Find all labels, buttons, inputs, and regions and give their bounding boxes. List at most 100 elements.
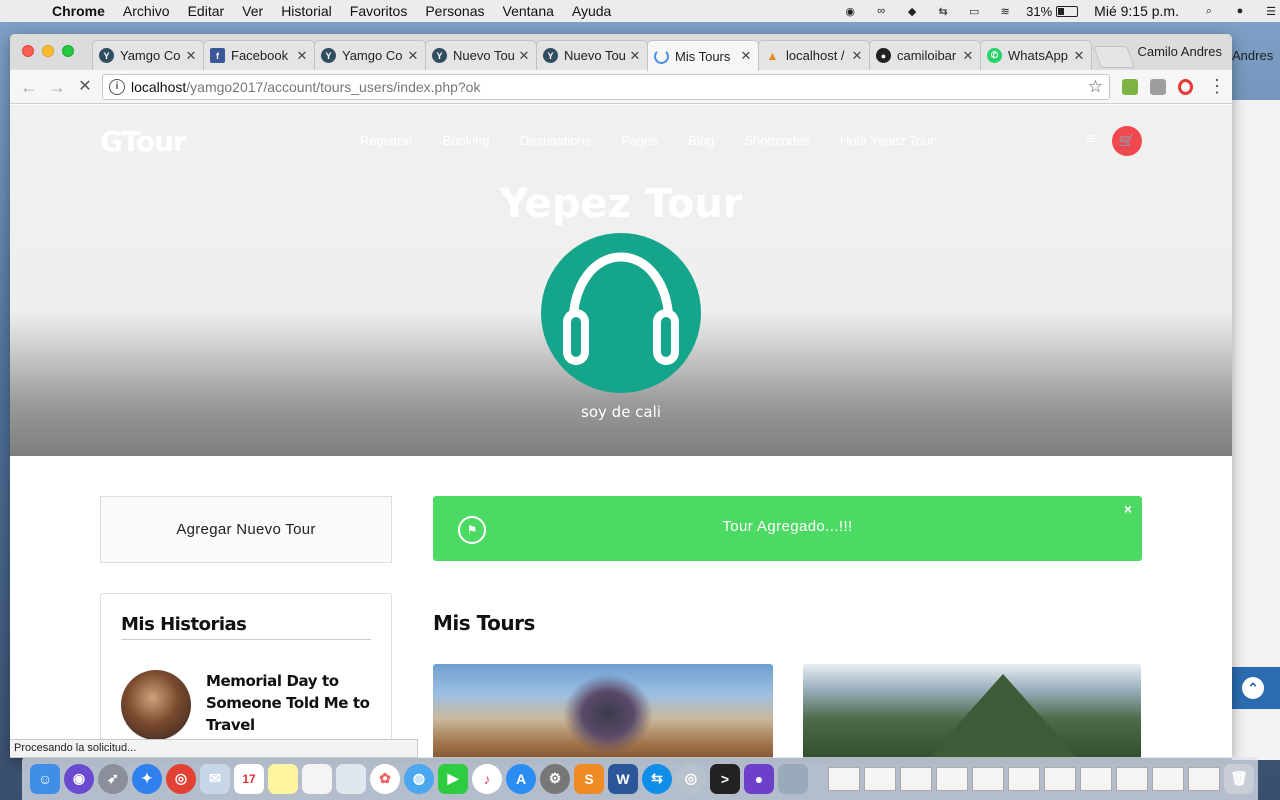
tab-nuevo-tour-2[interactable]: Y Nuevo Tou ✕ xyxy=(536,40,648,70)
background-window-tab[interactable]: Andres xyxy=(1232,44,1280,74)
nav-user-greeting[interactable]: Hola Yepez Tour xyxy=(840,133,934,148)
calendar-icon[interactable]: 17 xyxy=(234,763,264,794)
minimized-window[interactable] xyxy=(972,766,1004,791)
profile-button[interactable]: Camilo Andres xyxy=(1137,44,1222,59)
app-store-icon[interactable]: A xyxy=(506,763,536,794)
tab-localhost[interactable]: ▲ localhost / ✕ xyxy=(758,40,870,70)
dropbox-icon[interactable]: ◆ xyxy=(903,4,921,18)
nav-blog[interactable]: Blog xyxy=(688,133,714,148)
menu-app-chrome[interactable]: Chrome xyxy=(52,3,105,19)
menu-ventana[interactable]: Ventana xyxy=(503,3,554,19)
add-tour-button[interactable]: Agregar Nuevo Tour xyxy=(100,496,392,563)
airplay-icon[interactable]: ▭ xyxy=(965,4,983,18)
terminal-icon[interactable]: > xyxy=(710,763,740,794)
minimized-window[interactable] xyxy=(900,766,932,791)
menu-ayuda[interactable]: Ayuda xyxy=(572,3,611,19)
teamviewer-dock-icon[interactable]: ⇆ xyxy=(642,763,672,794)
notification-center-icon[interactable]: ☰ xyxy=(1262,4,1280,18)
close-tab-icon[interactable]: ✕ xyxy=(962,48,974,64)
minimized-window[interactable] xyxy=(1116,766,1148,791)
creative-cloud-icon[interactable]: ∞ xyxy=(872,4,890,18)
image-capture-icon[interactable] xyxy=(778,763,808,794)
minimized-window[interactable] xyxy=(1188,766,1220,791)
close-tab-icon[interactable]: ✕ xyxy=(851,48,863,64)
close-tab-icon[interactable]: ✕ xyxy=(407,48,419,64)
close-tab-icon[interactable]: ✕ xyxy=(740,48,752,64)
extension-green-icon[interactable] xyxy=(1122,79,1138,95)
story-thumbnail[interactable] xyxy=(121,670,191,740)
battery-indicator[interactable]: 31% xyxy=(1026,4,1079,19)
tab-whatsapp[interactable]: ✆ WhatsApp ✕ xyxy=(980,40,1092,70)
notes-icon[interactable] xyxy=(268,763,298,794)
menu-archivo[interactable]: Archivo xyxy=(123,3,170,19)
tab-mis-tours[interactable]: Mis Tours ✕ xyxy=(647,40,759,71)
minimized-window[interactable] xyxy=(1044,766,1076,791)
spotlight-search-icon[interactable]: ⌕ xyxy=(1200,4,1218,18)
menu-personas[interactable]: Personas xyxy=(425,3,484,19)
hamburger-menu-icon[interactable]: ≡ xyxy=(1086,131,1095,149)
new-tab-button[interactable] xyxy=(1092,46,1136,68)
word-icon[interactable]: W xyxy=(608,763,638,794)
itunes-icon[interactable]: ♪ xyxy=(472,763,502,794)
minimize-window-button[interactable] xyxy=(42,45,54,57)
close-tab-icon[interactable]: ✕ xyxy=(629,48,641,64)
tab-facebook[interactable]: f Facebook ✕ xyxy=(203,40,315,70)
tour-card-image[interactable] xyxy=(433,664,773,758)
address-bar[interactable]: i localhost/yamgo2017/account/tours_user… xyxy=(102,74,1110,100)
messages-icon[interactable]: ◍ xyxy=(404,763,434,794)
launchpad-icon[interactable]: ➶ xyxy=(98,763,128,794)
close-window-button[interactable] xyxy=(22,45,34,57)
mail-icon[interactable]: ✉ xyxy=(200,763,230,794)
siri-icon[interactable]: ● xyxy=(1231,4,1249,18)
nav-booking[interactable]: Booking xyxy=(443,133,490,148)
menu-kebab-icon[interactable]: ⋮ xyxy=(1208,76,1226,97)
zoom-window-button[interactable] xyxy=(62,45,74,57)
tab-yamgo-1[interactable]: Y Yamgo Co ✕ xyxy=(92,40,204,70)
forward-arrow-icon[interactable]: → xyxy=(46,76,68,98)
close-tab-icon[interactable]: ✕ xyxy=(185,48,197,64)
reminders-icon[interactable] xyxy=(302,763,332,794)
system-preferences-icon[interactable]: ⚙ xyxy=(540,763,570,794)
close-tab-icon[interactable]: ✕ xyxy=(518,48,530,64)
story-title-link[interactable]: Memorial Day to Someone Told Me to Trave… xyxy=(206,670,376,736)
finder-icon[interactable]: ☺ xyxy=(30,763,60,794)
cart-icon[interactable]: 🛒 xyxy=(1112,126,1142,156)
nav-registrar[interactable]: Registrar xyxy=(360,133,413,148)
menu-favoritos[interactable]: Favoritos xyxy=(350,3,408,19)
wifi-icon[interactable]: ≋ xyxy=(996,4,1014,18)
minimized-window[interactable] xyxy=(1008,766,1040,791)
safari-icon[interactable]: ✦ xyxy=(132,763,162,794)
close-alert-icon[interactable]: × xyxy=(1124,501,1132,517)
bookmark-star-icon[interactable]: ☆ xyxy=(1088,77,1103,97)
podcast-icon[interactable]: ◉ xyxy=(841,4,859,18)
tab-yamgo-2[interactable]: Y Yamgo Co ✕ xyxy=(314,40,426,70)
teamviewer-icon[interactable]: ⇆ xyxy=(934,4,952,18)
siri-dock-icon[interactable]: ◉ xyxy=(64,763,94,794)
menu-editar[interactable]: Editar xyxy=(188,3,225,19)
extension-gray-icon[interactable] xyxy=(1150,79,1166,95)
github-desktop-icon[interactable]: ● xyxy=(744,763,774,794)
info-icon[interactable]: i xyxy=(109,79,125,95)
close-tab-icon[interactable]: ✕ xyxy=(1073,48,1085,64)
sublime-text-icon[interactable]: S xyxy=(574,763,604,794)
minimized-window[interactable] xyxy=(1152,766,1184,791)
minimized-window[interactable] xyxy=(936,766,968,791)
nav-destinations[interactable]: Destinations xyxy=(520,133,592,148)
preview-icon[interactable] xyxy=(336,763,366,794)
clock[interactable]: Mié 9:15 p.m. xyxy=(1094,3,1179,19)
menu-historial[interactable]: Historial xyxy=(281,3,332,19)
tab-github[interactable]: ● camiloibar ✕ xyxy=(869,40,981,70)
facetime-icon[interactable]: ▶ xyxy=(438,763,468,794)
nav-shortcodes[interactable]: Shortcodes xyxy=(744,133,810,148)
nav-pages[interactable]: Pages xyxy=(621,133,658,148)
opera-vpn-icon[interactable] xyxy=(1178,79,1193,95)
menu-ver[interactable]: Ver xyxy=(242,3,263,19)
trash-icon[interactable]: 🗑 xyxy=(1224,763,1254,794)
disk-utility-icon[interactable]: ◎ xyxy=(676,763,706,794)
tour-card-image[interactable] xyxy=(803,664,1141,758)
chrome-icon[interactable]: ◎ xyxy=(166,763,196,794)
tab-nuevo-tour-1[interactable]: Y Nuevo Tou ✕ xyxy=(425,40,537,70)
minimized-window[interactable] xyxy=(828,766,860,791)
close-tab-icon[interactable]: ✕ xyxy=(296,48,308,64)
photos-icon[interactable]: ✿ xyxy=(370,763,400,794)
